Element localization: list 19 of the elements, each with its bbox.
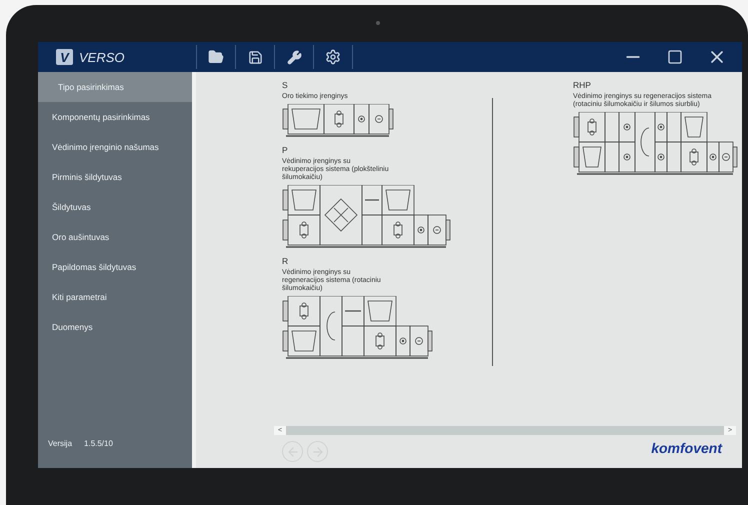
logo-mark: V — [56, 49, 73, 65]
sidebar-item[interactable]: Šildytuvas — [38, 192, 192, 222]
version-label: Versija — [48, 439, 72, 448]
unit-code: P — [282, 145, 289, 156]
unit-code: S — [282, 80, 289, 90]
unit-code: R — [282, 256, 290, 266]
camera-dot — [376, 21, 380, 25]
brand-logo: komfovent — [651, 440, 722, 456]
app-name: VERSO — [79, 50, 125, 64]
sidebar-item[interactable]: Kiti parametrai — [38, 282, 192, 312]
sidebar-item[interactable]: Oro aušintuvas — [38, 222, 192, 252]
sidebar-item[interactable]: Komponentų pasirinkimas — [38, 102, 192, 132]
version-number: 1.5.5/10 — [84, 439, 113, 448]
unit-code: RHP — [573, 80, 592, 90]
sidebar-item[interactable]: Duomenys — [38, 312, 192, 342]
sidebar-item[interactable]: Pirminis šildytuvas — [38, 162, 192, 192]
sidebar-item[interactable]: Vėdinimo įrenginio našumas — [38, 132, 192, 162]
sidebar-item[interactable]: Papildomas šildytuvas — [38, 252, 192, 282]
sidebar-item[interactable]: Tipo pasirinkimas — [38, 72, 192, 102]
